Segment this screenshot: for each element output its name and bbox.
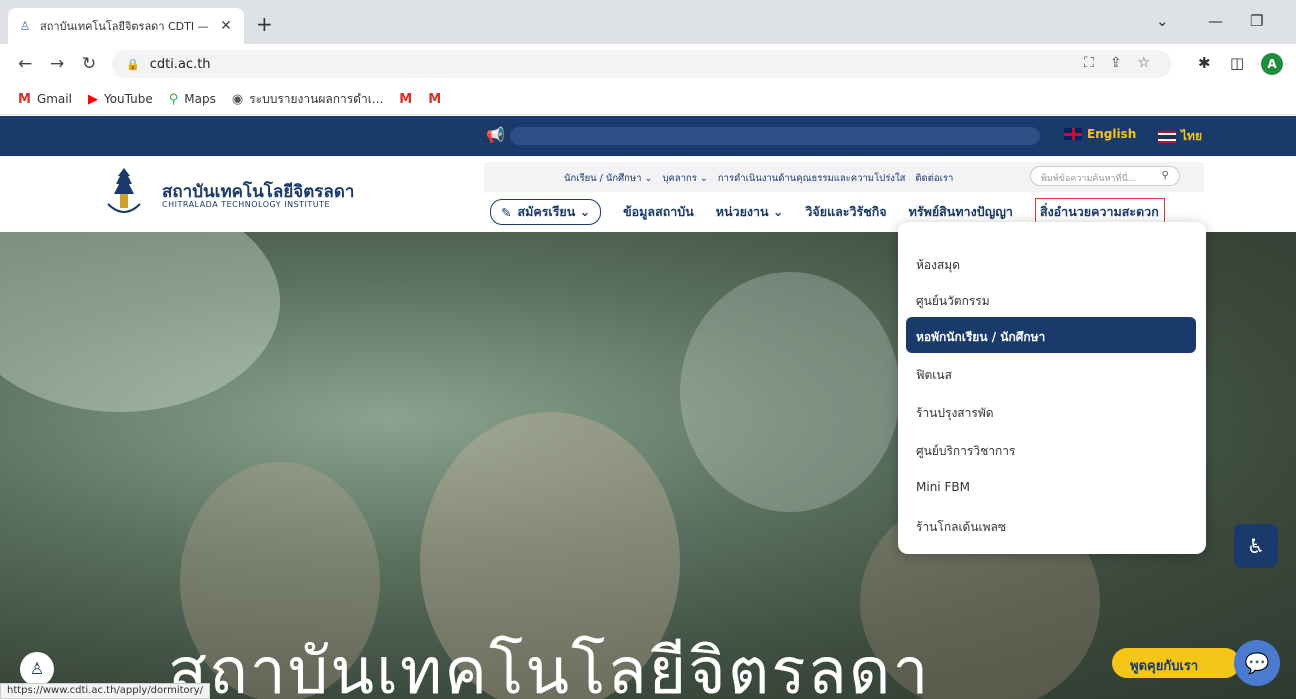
subnav-students[interactable]: นักเรียน / นักศึกษา ⌄ bbox=[564, 171, 653, 186]
minimize-icon[interactable]: — bbox=[1208, 12, 1223, 30]
chat-label[interactable]: พูดคุยกับเรา bbox=[1112, 648, 1240, 678]
youtube-icon: ▶ bbox=[87, 91, 98, 107]
back-icon[interactable]: ← bbox=[18, 54, 32, 74]
url-text: cdti.ac.th bbox=[149, 56, 211, 72]
dropdown-item-innovation[interactable]: ศูนย์นวัตกรรม bbox=[916, 292, 990, 311]
site-favicon-icon: ♙ bbox=[19, 19, 31, 33]
browser-toolbar: ← → ↻ 🔒 cdti.ac.th ⛶ ⇪ ☆ ✱ ◫ bbox=[0, 44, 1296, 84]
bookmark-star-icon[interactable]: ☆ bbox=[1138, 55, 1151, 71]
bookmark-gmail-2[interactable]: M bbox=[399, 92, 412, 107]
hero-photo-student bbox=[680, 272, 900, 512]
thai-flag-icon bbox=[1158, 130, 1176, 143]
nav-ip[interactable]: ทรัพย์สินทางปัญญา bbox=[909, 202, 1013, 222]
dropdown-item-golden-place[interactable]: ร้านโกลเด้นเพลซ bbox=[916, 518, 1006, 537]
browser-tabstrip: ♙ สถาบันเทคโนโลยีจิตรลดา CDTI — เพิ่ม ✕ … bbox=[0, 0, 1296, 44]
lock-icon: 🔒 bbox=[126, 57, 140, 71]
uk-flag-icon bbox=[1064, 128, 1082, 140]
dropdown-item-mini-fbm[interactable]: Mini FBM bbox=[916, 480, 970, 494]
dropdown-item-library[interactable]: ห้องสมุด bbox=[916, 256, 960, 275]
address-bar[interactable]: 🔒 cdti.ac.th bbox=[112, 50, 1172, 78]
nav-units[interactable]: หน่วยงาน ⌄ bbox=[716, 202, 784, 222]
gmail-icon: M bbox=[399, 91, 413, 107]
status-bar-url: https://www.cdti.ac.th/apply/dormitory/ bbox=[0, 683, 211, 699]
bookmark-report[interactable]: ◉ ระบบรายงานผลการดำเ... bbox=[232, 90, 383, 109]
chat-icon[interactable]: 💬 bbox=[1234, 640, 1280, 686]
restore-icon[interactable]: ❐ bbox=[1250, 12, 1263, 30]
dropdown-item-academic-service[interactable]: ศูนย์บริการวิชาการ bbox=[916, 442, 1015, 461]
site-header: สถาบันเทคโนโลยีจิตรลดา CHITRALADA TECHNO… bbox=[0, 156, 1296, 232]
side-panel-icon[interactable]: ◫ bbox=[1230, 54, 1244, 72]
new-tab-icon[interactable]: + bbox=[256, 14, 273, 34]
hero-photo-highlight bbox=[0, 232, 280, 412]
close-tab-icon[interactable]: ✕ bbox=[218, 18, 234, 34]
corner-logo-icon[interactable]: ♙ bbox=[20, 652, 54, 686]
facilities-dropdown: ห้องสมุด ศูนย์นวัตกรรม หอพักนักเรียน / น… bbox=[898, 222, 1206, 554]
profile-avatar[interactable]: A bbox=[1261, 53, 1283, 75]
tab-title: สถาบันเทคโนโลยีจิตรลดา CDTI — เพิ่ม bbox=[40, 20, 210, 33]
gmail-icon: M bbox=[428, 91, 442, 107]
cdti-emblem-icon[interactable] bbox=[104, 166, 144, 220]
bookmark-gmail[interactable]: M Gmail bbox=[18, 92, 72, 107]
search-icon[interactable]: ⚲ bbox=[1162, 170, 1169, 181]
announcement-marquee bbox=[510, 127, 1040, 145]
dropdown-item-shop[interactable]: ร้านปรุงสารพัด bbox=[916, 404, 994, 423]
bookmark-youtube[interactable]: ▶ YouTube bbox=[88, 92, 153, 107]
translate-icon[interactable]: ⛶ bbox=[1084, 55, 1094, 71]
extensions-icon[interactable]: ✱ bbox=[1198, 54, 1211, 72]
browser-tab[interactable]: ♙ สถาบันเทคโนโลยีจิตรลดา CDTI — เพิ่ม ✕ bbox=[8, 8, 244, 44]
subnav-transparency[interactable]: การดำเนินงานด้านคุณธรรมและความโปร่งใส bbox=[718, 171, 905, 186]
bookmark-maps[interactable]: ⚲ Maps bbox=[169, 92, 216, 107]
site-announcement-bar: 📢 English ไทย bbox=[0, 116, 1296, 156]
gmail-icon: M bbox=[18, 91, 31, 107]
tab-search-icon[interactable]: ⌄ bbox=[1156, 12, 1169, 30]
megaphone-icon: 📢 bbox=[486, 126, 505, 144]
dropdown-item-dormitory[interactable]: หอพักนักเรียน / นักศึกษา bbox=[906, 317, 1196, 353]
maps-icon: ⚲ bbox=[168, 91, 179, 107]
site-search-input[interactable]: พิมพ์ข้อความค้นหาที่นี่... ⚲ bbox=[1030, 166, 1180, 186]
accessibility-icon[interactable]: ♿ bbox=[1234, 524, 1278, 568]
apply-button[interactable]: ✎ สมัครเรียน ⌄ bbox=[490, 199, 602, 225]
nav-about[interactable]: ข้อมูลสถาบัน bbox=[623, 202, 694, 222]
bookmarks-bar: M Gmail ▶ YouTube ⚲ Maps ◉ ระบบรายงานผลก… bbox=[0, 84, 1296, 115]
lang-thai[interactable]: ไทย bbox=[1158, 127, 1202, 146]
logo-english-name: CHITRALADA TECHNOLOGY INSTITUTE bbox=[162, 200, 331, 209]
secondary-nav: นักเรียน / นักศึกษา ⌄ บุคลากร ⌄ การดำเนิ… bbox=[484, 162, 1204, 192]
dropdown-item-fitness[interactable]: ฟิตเนส bbox=[916, 366, 952, 385]
subnav-contact[interactable]: ติดต่อเรา bbox=[915, 171, 953, 186]
share-icon[interactable]: ⇪ bbox=[1110, 55, 1122, 71]
pencil-icon: ✎ bbox=[501, 204, 512, 220]
reload-icon[interactable]: ↻ bbox=[82, 54, 96, 74]
subnav-staff[interactable]: บุคลากร ⌄ bbox=[663, 171, 708, 186]
hero-title: สถาบันเทคโนโลยีจิตรลดา bbox=[168, 635, 931, 699]
globe-icon: ◉ bbox=[231, 91, 244, 107]
nav-research[interactable]: วิจัยและวิรัชกิจ bbox=[805, 202, 886, 222]
forward-icon[interactable]: → bbox=[50, 54, 64, 74]
bookmark-gmail-3[interactable]: M bbox=[428, 92, 441, 107]
lang-english[interactable]: English bbox=[1064, 127, 1136, 141]
